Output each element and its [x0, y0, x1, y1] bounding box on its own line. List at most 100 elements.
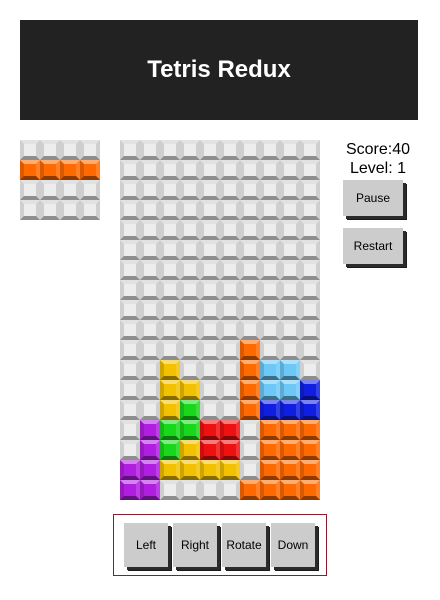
board-empty-cell — [220, 240, 240, 260]
board-empty-cell — [280, 140, 300, 160]
orange-block — [20, 160, 40, 180]
board-empty-cell — [220, 180, 240, 200]
board-empty-cell — [140, 280, 160, 300]
rotate-button[interactable]: Rotate — [222, 523, 266, 567]
board-empty-cell — [120, 440, 140, 460]
board-empty-cell — [220, 360, 240, 380]
preview-empty-cell — [20, 180, 40, 200]
cyan-block — [280, 380, 300, 400]
board-empty-cell — [140, 380, 160, 400]
board-empty-cell — [180, 180, 200, 200]
board-empty-cell — [280, 280, 300, 300]
preview-empty-cell — [40, 200, 60, 220]
board-empty-cell — [240, 280, 260, 300]
board-empty-cell — [280, 320, 300, 340]
board-empty-cell — [200, 260, 220, 280]
board-empty-cell — [240, 320, 260, 340]
board-empty-cell — [300, 300, 320, 320]
board-empty-cell — [300, 140, 320, 160]
board-empty-cell — [140, 200, 160, 220]
yellow-block — [180, 440, 200, 460]
board-empty-cell — [240, 300, 260, 320]
preview-empty-cell — [60, 200, 80, 220]
preview-empty-cell — [40, 140, 60, 160]
next-piece-preview — [20, 140, 100, 220]
cyan-block — [260, 380, 280, 400]
board-empty-cell — [160, 220, 180, 240]
orange-block — [280, 440, 300, 460]
board-empty-cell — [120, 300, 140, 320]
board-empty-cell — [160, 180, 180, 200]
right-button[interactable]: Right — [173, 523, 217, 567]
board-empty-cell — [240, 200, 260, 220]
purple-block — [140, 440, 160, 460]
board-empty-cell — [220, 340, 240, 360]
board-empty-cell — [200, 380, 220, 400]
board-empty-cell — [300, 360, 320, 380]
down-button[interactable]: Down — [271, 523, 315, 567]
orange-block — [40, 160, 60, 180]
yellow-block — [160, 460, 180, 480]
board-empty-cell — [280, 180, 300, 200]
orange-block — [300, 440, 320, 460]
board-empty-cell — [140, 400, 160, 420]
cyan-block — [280, 360, 300, 380]
board-empty-cell — [160, 340, 180, 360]
board-empty-cell — [300, 200, 320, 220]
board-empty-cell — [200, 200, 220, 220]
board-empty-cell — [180, 300, 200, 320]
board-empty-cell — [140, 160, 160, 180]
green-block — [180, 420, 200, 440]
board-empty-cell — [160, 300, 180, 320]
board-empty-cell — [200, 300, 220, 320]
info-panel: Score:40 Level: 1 — [336, 140, 420, 178]
board-empty-cell — [280, 200, 300, 220]
cyan-block — [260, 360, 280, 380]
board-empty-cell — [260, 180, 280, 200]
left-button[interactable]: Left — [124, 523, 168, 567]
yellow-block — [200, 460, 220, 480]
blue-block — [300, 380, 320, 400]
orange-block — [260, 420, 280, 440]
board-empty-cell — [180, 140, 200, 160]
board-empty-cell — [140, 140, 160, 160]
board-empty-cell — [120, 260, 140, 280]
restart-button[interactable]: Restart — [343, 228, 403, 264]
board-empty-cell — [180, 160, 200, 180]
board-empty-cell — [220, 140, 240, 160]
preview-empty-cell — [20, 140, 40, 160]
green-block — [160, 440, 180, 460]
board-empty-cell — [180, 320, 200, 340]
board-empty-cell — [140, 240, 160, 260]
board-empty-cell — [120, 240, 140, 260]
orange-block — [60, 160, 80, 180]
board-empty-cell — [280, 160, 300, 180]
score-display: Score:40 — [345, 141, 411, 158]
board-empty-cell — [140, 220, 160, 240]
board-empty-cell — [240, 180, 260, 200]
board-empty-cell — [180, 360, 200, 380]
board-empty-cell — [200, 240, 220, 260]
board-empty-cell — [140, 300, 160, 320]
blue-block — [300, 400, 320, 420]
board-empty-cell — [300, 280, 320, 300]
game-title: Tetris Redux — [147, 56, 291, 83]
board-empty-cell — [200, 360, 220, 380]
board-empty-cell — [220, 260, 240, 280]
preview-empty-cell — [20, 200, 40, 220]
orange-block — [300, 480, 320, 500]
title-bar: Tetris Redux — [20, 20, 418, 120]
board-empty-cell — [120, 180, 140, 200]
board-empty-cell — [300, 260, 320, 280]
blue-block — [260, 400, 280, 420]
yellow-block — [220, 460, 240, 480]
board-empty-cell — [280, 340, 300, 360]
board-empty-cell — [200, 180, 220, 200]
orange-block — [240, 340, 260, 360]
board-empty-cell — [240, 460, 260, 480]
pause-button[interactable]: Pause — [343, 180, 403, 216]
orange-block — [280, 420, 300, 440]
orange-block — [240, 360, 260, 380]
board-empty-cell — [260, 240, 280, 260]
blue-block — [280, 400, 300, 420]
